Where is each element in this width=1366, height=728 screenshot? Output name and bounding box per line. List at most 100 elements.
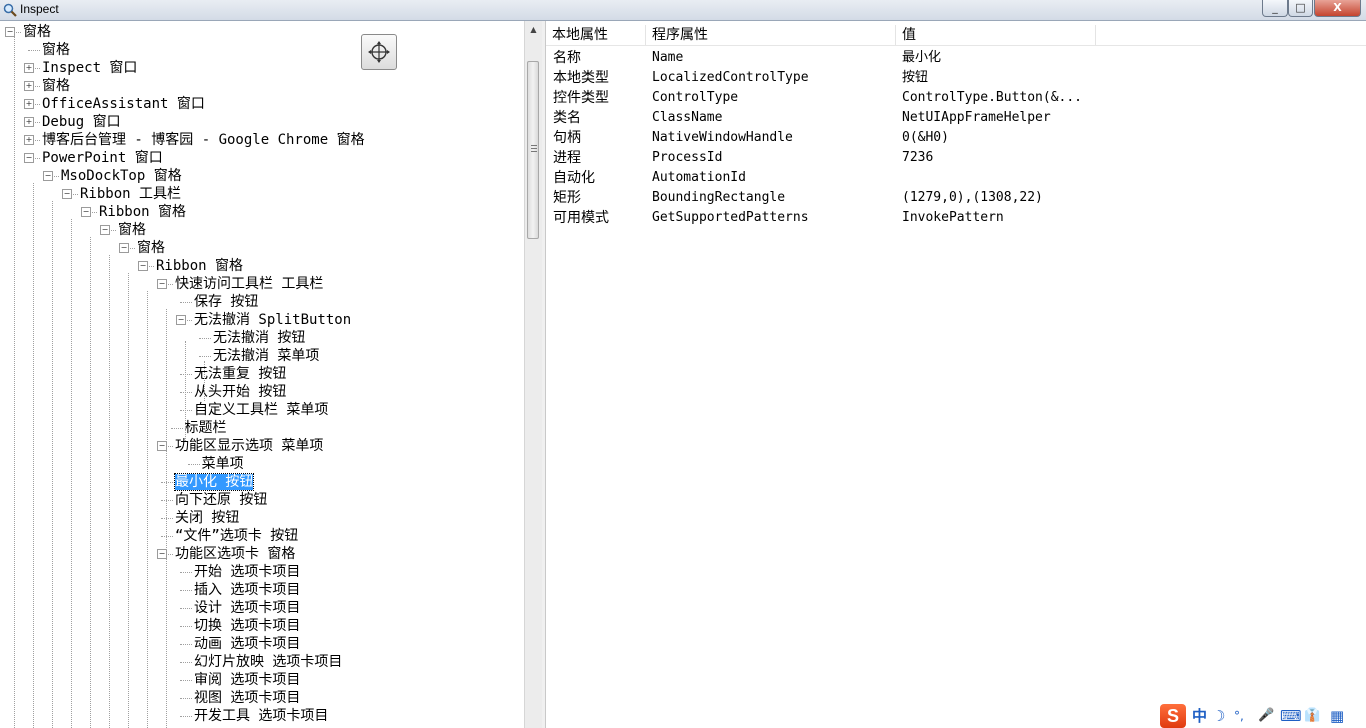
collapse-icon[interactable]: −	[43, 171, 53, 181]
property-local-cell[interactable]: 进程	[553, 148, 581, 168]
scroll-up-icon[interactable]: ▲	[525, 21, 542, 38]
expand-icon[interactable]: +	[24, 63, 34, 73]
move-crosshair-button[interactable]	[361, 34, 397, 70]
tree-node[interactable]: Inspect 窗口	[42, 60, 137, 76]
keyboard-icon[interactable]: ⌨	[1280, 707, 1302, 725]
tree-node[interactable]: PowerPoint 窗口	[42, 150, 163, 166]
tree-node[interactable]: Ribbon 窗格	[156, 258, 243, 274]
header-program-property[interactable]: 程序属性	[646, 25, 896, 45]
tree-node[interactable]: Debug 窗口	[42, 114, 121, 130]
tree-node[interactable]: 插入 选项卡项目	[194, 582, 300, 598]
minimize-button[interactable]: _	[1262, 0, 1288, 17]
property-local-cell[interactable]: 控件类型	[553, 88, 609, 108]
scroll-thumb[interactable]	[527, 61, 539, 239]
property-local-cell[interactable]: 可用模式	[553, 208, 609, 228]
tree-node[interactable]: 动画 选项卡项目	[194, 636, 300, 652]
tree-node[interactable]: 开发工具 选项卡项目	[194, 708, 328, 724]
maximize-button[interactable]: □	[1288, 0, 1313, 17]
tree-node[interactable]: 设计 选项卡项目	[194, 600, 300, 616]
tree-node[interactable]: 从头开始 按钮	[194, 384, 286, 400]
tree-node[interactable]: 菜单项	[202, 456, 244, 472]
punctuation-icon[interactable]: °,	[1234, 707, 1244, 725]
tree-node[interactable]: 标题栏	[185, 420, 227, 436]
expand-icon[interactable]: +	[24, 81, 34, 91]
tree-node[interactable]: 关闭 按钮	[175, 510, 239, 526]
tree-node[interactable]: 窗格	[42, 78, 70, 94]
property-value-cell[interactable]: ControlType.Button(&...	[902, 88, 1082, 108]
tree-node[interactable]: 快速访问工具栏 工具栏	[175, 276, 323, 292]
property-program-cell[interactable]: Name	[652, 48, 683, 68]
property-program-cell[interactable]: NativeWindowHandle	[652, 128, 793, 148]
tree-node[interactable]: 审阅 选项卡项目	[194, 672, 300, 688]
magnifier-icon	[3, 3, 17, 17]
tree-node[interactable]: 无法重复 按钮	[194, 366, 286, 382]
tree-node[interactable]: Ribbon 窗格	[99, 204, 186, 220]
property-local-cell[interactable]: 自动化	[553, 168, 595, 188]
expand-icon[interactable]: +	[24, 117, 34, 127]
tree-node[interactable]: 窗格	[118, 222, 146, 238]
header-local-property[interactable]: 本地属性	[546, 25, 646, 45]
tree-node[interactable]: 功能区显示选项 菜单项	[175, 438, 323, 454]
property-program-cell[interactable]: ClassName	[652, 108, 722, 128]
tree-node[interactable]: MsoDockTop 窗格	[61, 168, 182, 184]
property-program-cell[interactable]: AutomationId	[652, 168, 746, 188]
tree-node[interactable]: OfficeAssistant 窗口	[42, 96, 205, 112]
tree-node[interactable]: 窗格	[42, 42, 70, 58]
tree-node[interactable]: 无法撤消 菜单项	[213, 348, 319, 364]
close-button[interactable]: X	[1314, 0, 1361, 17]
tree-node[interactable]: 窗格	[137, 240, 165, 256]
collapse-icon[interactable]: −	[157, 279, 167, 289]
expand-icon[interactable]: +	[24, 99, 34, 109]
tree-node[interactable]: “文件”选项卡 按钮	[175, 528, 298, 544]
collapse-icon[interactable]: −	[24, 153, 34, 163]
tree-node[interactable]: 功能区选项卡 窗格	[175, 546, 295, 562]
property-value-cell[interactable]: 0(&H0)	[902, 128, 949, 148]
property-local-cell[interactable]: 矩形	[553, 188, 581, 208]
collapse-icon[interactable]: −	[176, 315, 186, 325]
collapse-icon[interactable]: −	[81, 207, 91, 217]
tree-node[interactable]: 切换 选项卡项目	[194, 618, 300, 634]
property-program-cell[interactable]: ProcessId	[652, 148, 722, 168]
header-value[interactable]: 值	[896, 25, 1096, 45]
collapse-icon[interactable]: −	[119, 243, 129, 253]
collapse-icon[interactable]: −	[100, 225, 110, 235]
skin-icon[interactable]: 👔	[1304, 707, 1320, 725]
property-value-cell[interactable]: 最小化	[902, 48, 941, 68]
chinese-mode-icon[interactable]: 中	[1192, 707, 1207, 725]
tree-node[interactable]: 视图 选项卡项目	[194, 690, 300, 706]
property-value-cell[interactable]: (1279,0),(1308,22)	[902, 188, 1043, 208]
tree-node[interactable]: 向下还原 按钮	[175, 492, 267, 508]
property-value-cell[interactable]: 按钮	[902, 68, 928, 88]
tree-node[interactable]: 博客后台管理 - 博客园 - Google Chrome 窗格	[42, 132, 365, 148]
toolbox-icon[interactable]: ▦	[1330, 707, 1344, 725]
tree-node[interactable]: 无法撤消 按钮	[213, 330, 305, 346]
property-value-cell[interactable]: InvokePattern	[902, 208, 1004, 228]
property-local-cell[interactable]: 本地类型	[553, 68, 609, 88]
tree-node[interactable]: 自定义工具栏 菜单项	[194, 402, 328, 418]
property-value-cell[interactable]: NetUIAppFrameHelper	[902, 108, 1051, 128]
tree-node[interactable]: 无法撤消 SplitButton	[194, 312, 351, 328]
property-value-cell[interactable]: 7236	[902, 148, 933, 168]
property-program-cell[interactable]: LocalizedControlType	[652, 68, 809, 88]
tree-node[interactable]: 保存 按钮	[194, 294, 258, 310]
property-local-cell[interactable]: 类名	[553, 108, 581, 128]
microphone-icon[interactable]: 🎤	[1258, 707, 1274, 725]
property-program-cell[interactable]: GetSupportedPatterns	[652, 208, 809, 228]
collapse-icon[interactable]: −	[138, 261, 148, 271]
property-program-cell[interactable]: BoundingRectangle	[652, 188, 785, 208]
moon-icon[interactable]: ☽	[1212, 707, 1225, 725]
collapse-icon[interactable]: −	[62, 189, 72, 199]
tree-node-selected[interactable]: 最小化 按钮	[173, 473, 255, 491]
element-tree[interactable]: − 窗格 窗格 + Inspect 窗口 + 窗格 + OfficeAssistant 窗口 + D…	[0, 21, 524, 728]
expand-icon[interactable]: +	[24, 135, 34, 145]
tree-scrollbar[interactable]: ▲	[524, 21, 542, 728]
tree-node[interactable]: 开始 选项卡项目	[194, 564, 300, 580]
property-program-cell[interactable]: ControlType	[652, 88, 738, 108]
property-local-cell[interactable]: 名称	[553, 48, 581, 68]
tree-node[interactable]: Ribbon 工具栏	[80, 186, 181, 202]
tree-node[interactable]: 窗格	[23, 24, 51, 40]
tree-connector	[28, 50, 40, 51]
sogou-ime-icon[interactable]: S	[1160, 704, 1186, 728]
tree-node[interactable]: 幻灯片放映 选项卡项目	[194, 654, 342, 670]
property-local-cell[interactable]: 句柄	[553, 128, 581, 148]
